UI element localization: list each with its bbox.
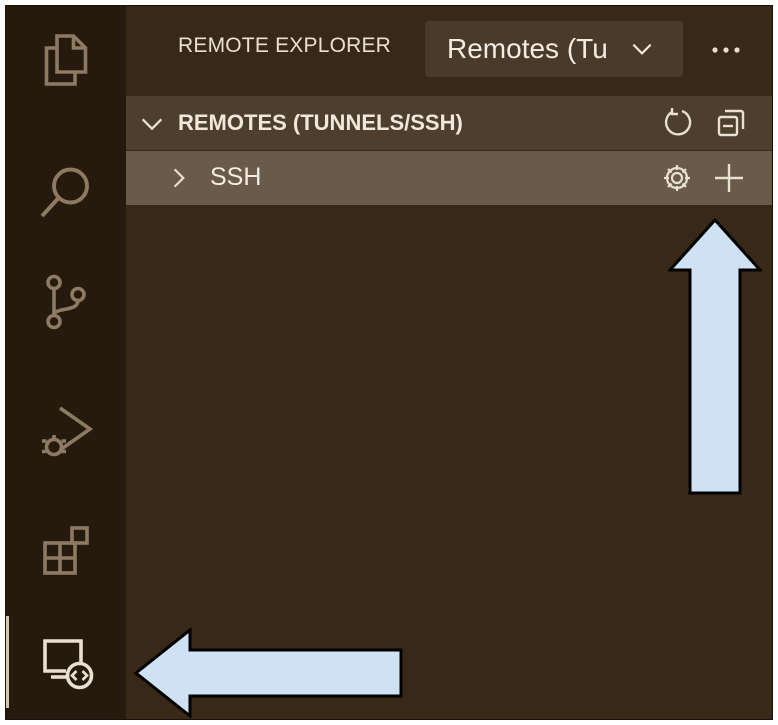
activity-source-control[interactable]: [6, 256, 126, 348]
panel-title: REMOTE EXPLORER: [178, 34, 392, 57]
tree-item-ssh[interactable]: SSH: [126, 151, 772, 205]
activity-explorer[interactable]: [6, 14, 126, 106]
refresh-icon[interactable]: [662, 106, 696, 140]
plus-icon[interactable]: [710, 159, 748, 197]
left-arrow-annotation: [134, 628, 403, 718]
source-control-icon: [46, 274, 86, 330]
chevron-right-icon: [173, 168, 185, 188]
extensions-icon: [43, 526, 89, 575]
activity-remote-explorer[interactable]: [6, 616, 126, 708]
section-header-remotes[interactable]: REMOTES (TUNNELS/SSH): [126, 96, 772, 150]
dropdown-selected-value: Remotes (Tu: [447, 33, 608, 64]
section-actions: [662, 106, 748, 140]
activity-bar: [6, 6, 126, 719]
activity-extensions[interactable]: [6, 506, 126, 598]
chevron-down-icon: [141, 118, 163, 131]
remotes-dropdown[interactable]: Remotes (Tu: [425, 21, 683, 77]
collapse-all-icon[interactable]: [714, 106, 748, 140]
search-icon: [40, 167, 89, 218]
chevron-down-icon: [632, 43, 652, 55]
activity-run-debug[interactable]: [6, 386, 126, 478]
ellipsis-icon: [712, 47, 740, 53]
up-arrow-annotation: [668, 218, 762, 495]
more-actions-button[interactable]: [701, 28, 751, 72]
vscode-window: REMOTE EXPLORER Remotes (Tu REMOTES (TUN…: [5, 5, 773, 720]
section-title: REMOTES (TUNNELS/SSH): [178, 110, 463, 135]
run-debug-icon: [42, 406, 94, 457]
tree-item-actions: [658, 159, 748, 197]
activity-search[interactable]: [6, 146, 126, 238]
panel-header: REMOTE EXPLORER Remotes (Tu: [126, 6, 772, 94]
remote-explorer-icon: [43, 639, 94, 690]
tree-item-label: SSH: [210, 163, 262, 191]
gear-icon[interactable]: [658, 159, 696, 197]
files-icon: [44, 34, 88, 86]
